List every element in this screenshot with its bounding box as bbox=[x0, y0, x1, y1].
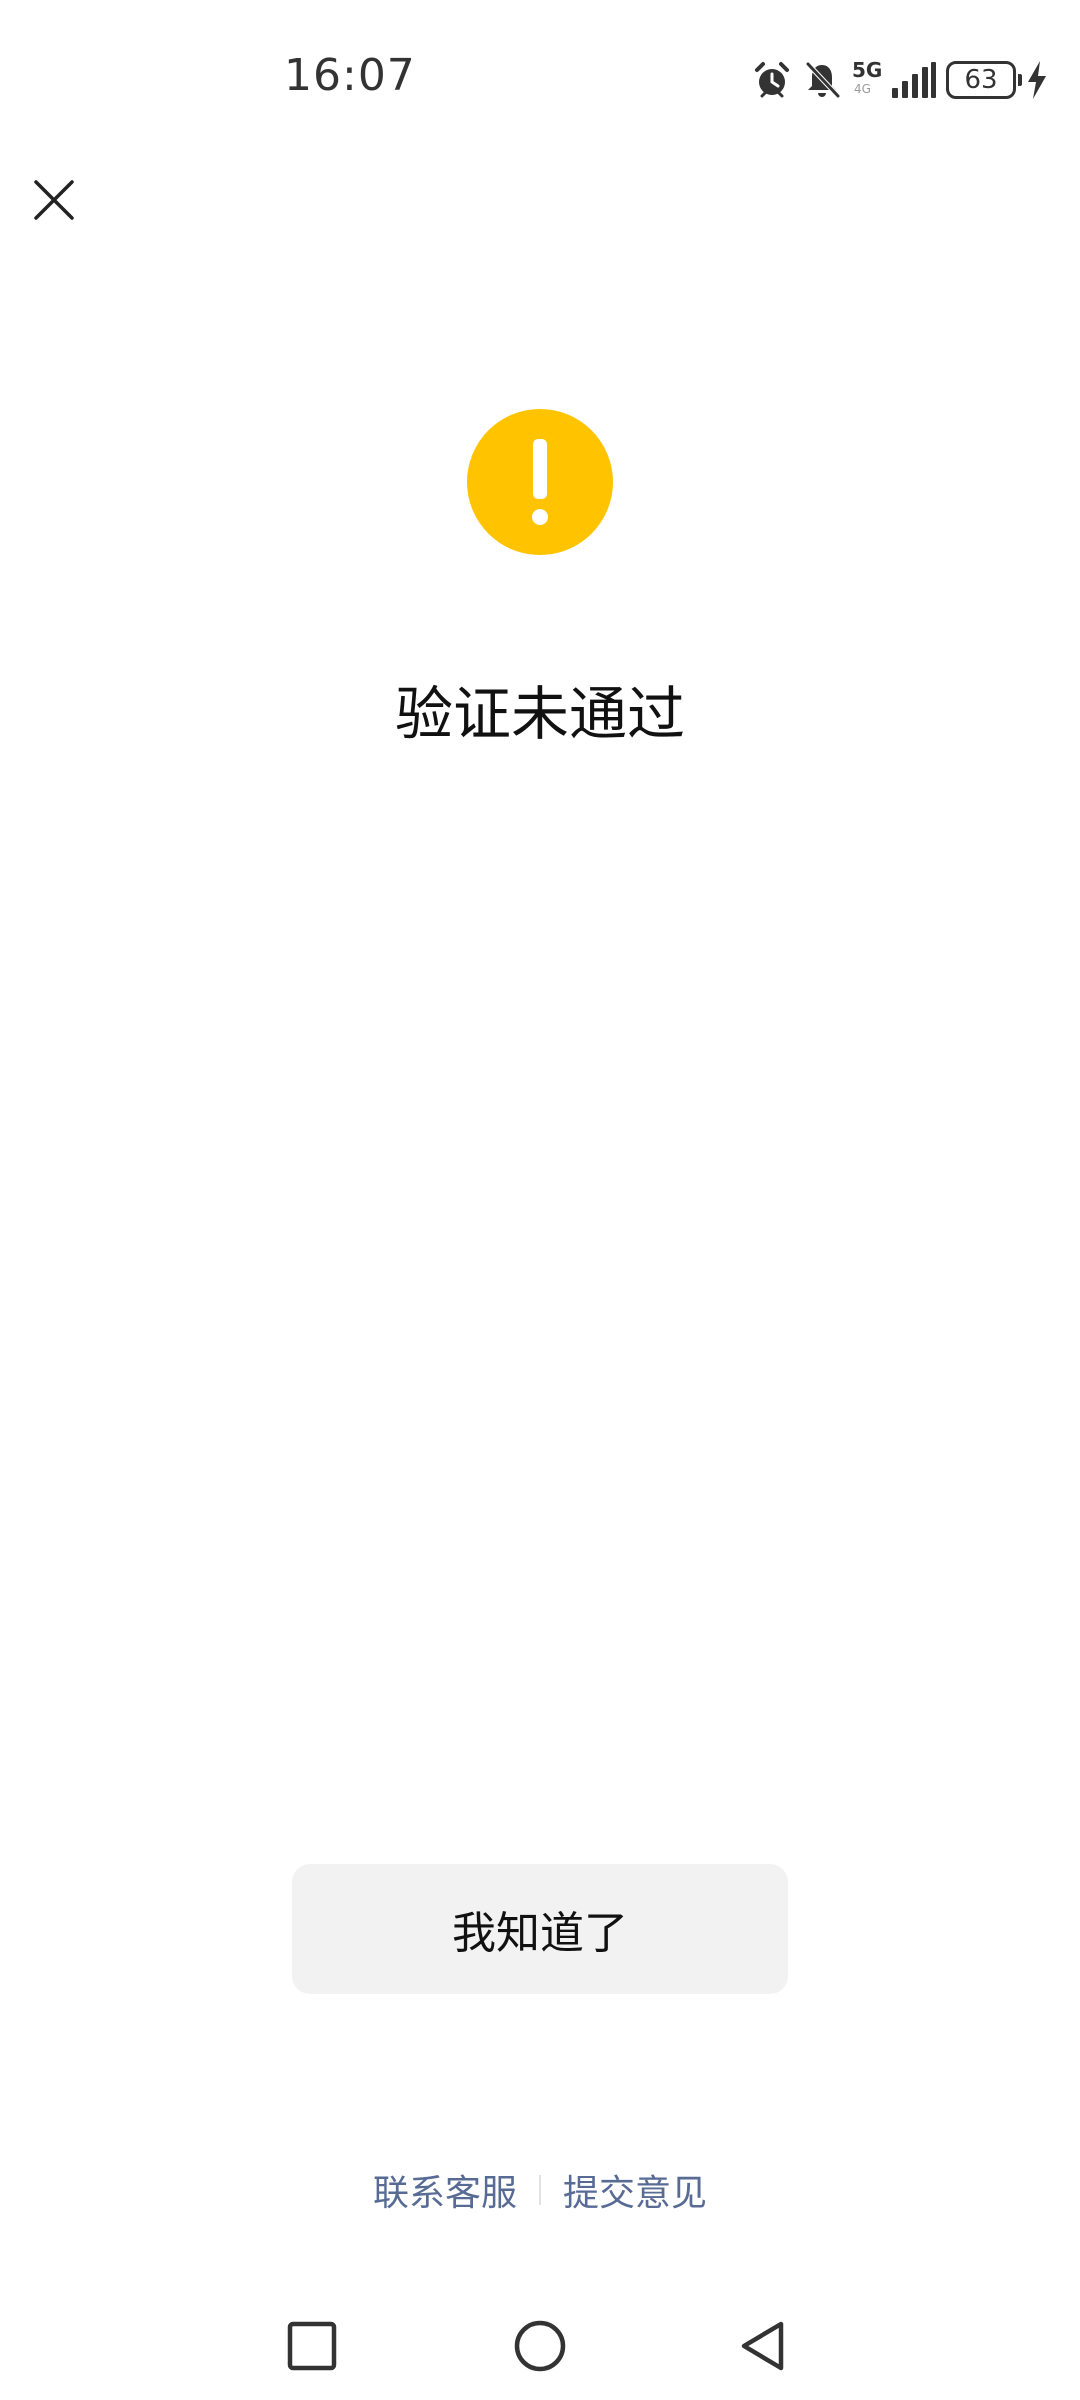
network-sub-label: 4G bbox=[854, 82, 871, 96]
footer-links: 联系客服 提交意见 bbox=[0, 2164, 1080, 2216]
submit-feedback-link[interactable]: 提交意见 bbox=[541, 2164, 729, 2216]
navigation-bar bbox=[0, 2300, 1080, 2390]
home-button[interactable] bbox=[512, 2318, 568, 2374]
contact-support-link[interactable]: 联系客服 bbox=[351, 2164, 539, 2216]
network-type-label: 5G bbox=[852, 58, 883, 82]
recent-apps-icon bbox=[287, 2321, 337, 2371]
home-icon bbox=[514, 2320, 566, 2372]
alarm-icon bbox=[752, 60, 792, 100]
recent-apps-button[interactable] bbox=[284, 2318, 340, 2374]
verification-failed-screen: 16:07 5G 4G 63 验证未通过 我知道了 联系客服 提交意见 bbox=[0, 0, 1080, 2400]
result-title: 验证未通过 bbox=[394, 680, 685, 748]
battery-level: 63 bbox=[964, 65, 998, 95]
back-button[interactable] bbox=[736, 2318, 792, 2374]
acknowledge-button[interactable]: 我知道了 bbox=[292, 1864, 788, 1994]
signal-icon bbox=[892, 62, 936, 98]
close-icon bbox=[34, 180, 74, 220]
charging-icon bbox=[1026, 61, 1048, 99]
warning-icon bbox=[467, 409, 613, 555]
network-type: 5G 4G bbox=[852, 58, 882, 102]
bell-off-icon bbox=[802, 60, 842, 100]
close-button[interactable] bbox=[30, 176, 78, 224]
back-icon bbox=[741, 2321, 784, 2371]
status-time: 16:07 bbox=[284, 50, 416, 101]
status-icons: 5G 4G 63 bbox=[752, 56, 1048, 104]
battery-icon: 63 bbox=[946, 61, 1022, 99]
